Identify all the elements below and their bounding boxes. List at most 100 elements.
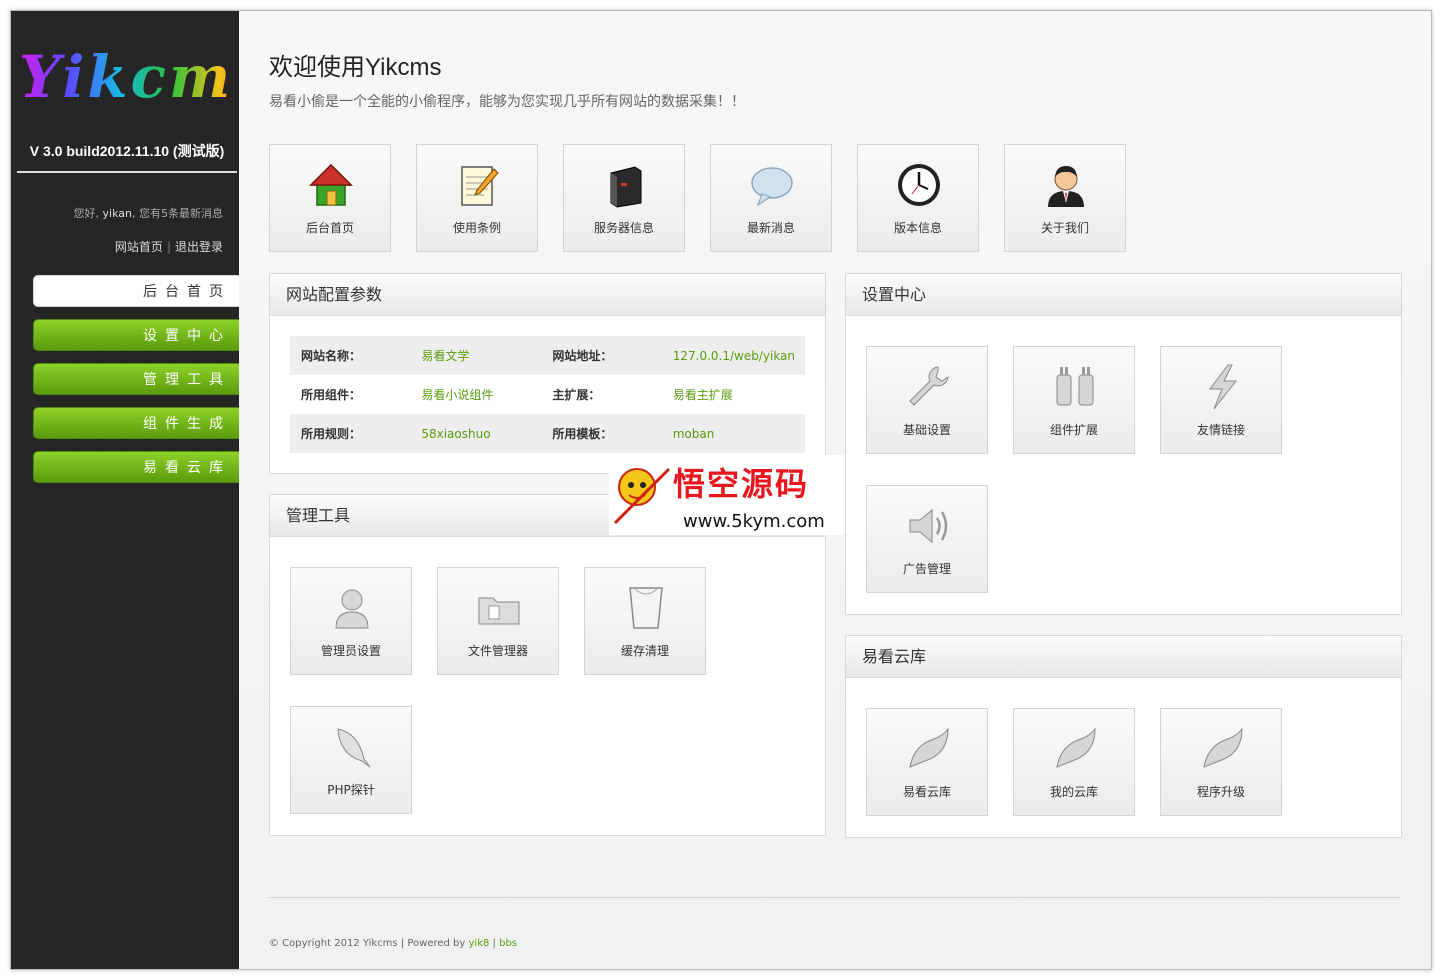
tile-label: 缓存清理 <box>620 644 669 658</box>
watermark-url: www.5kym.com <box>683 511 825 532</box>
lightning-icon <box>1209 364 1238 410</box>
footer-separator: | <box>492 938 496 949</box>
tile-label: 使用条例 <box>452 221 501 235</box>
footer-divider <box>269 897 1401 898</box>
tile-php-probe[interactable]: PHP探针 <box>290 706 412 814</box>
tile-friend-links[interactable]: 友情链接 <box>1160 346 1282 454</box>
window-frame: Yikcms V 3.0 build2012.11.10 (测试版) 您好, y… <box>10 10 1432 970</box>
plug-icon <box>1056 367 1094 406</box>
config-key: 所用模板： <box>541 414 662 453</box>
nav-settings-center[interactable]: 设置中心 <box>33 319 239 351</box>
tile-label: 最新消息 <box>746 221 795 235</box>
speech-bubble-icon <box>751 167 793 207</box>
greeting-suffix: 条最新消息 <box>168 207 223 220</box>
tile-label: 管理员设置 <box>320 644 381 658</box>
config-key: 所用组件： <box>301 388 362 402</box>
tile-label: 广告管理 <box>902 562 951 576</box>
config-key: 所用规则： <box>290 414 411 453</box>
footer-link-bbs[interactable]: bbs <box>499 938 517 949</box>
page-title: 欢迎使用Yikcms <box>269 54 442 81</box>
config-panel: 网站配置参数 网站名称： 易看文学 网站地址： 127.0.0.1/web/yi… <box>269 273 826 474</box>
config-value: 127.0.0.1/web/yikan <box>661 336 805 375</box>
table-row: 所用规则： 58xiaoshuo 所用模板： moban <box>290 414 805 453</box>
tile-ad-management[interactable]: 广告管理 <box>866 485 988 593</box>
clock-icon <box>898 164 940 206</box>
nav-yikan-cloud[interactable]: 易看云库 <box>33 451 239 483</box>
wrench-icon <box>909 366 949 406</box>
nav-component-generate[interactable]: 组件生成 <box>33 407 239 439</box>
logout-link[interactable]: 退出登录 <box>175 240 223 254</box>
table-row: 网站名称： 易看文学 网站地址： 127.0.0.1/web/yikan <box>290 336 805 375</box>
version-label: V 3.0 build2012.11.10 (测试版) <box>17 141 237 173</box>
top-links: 网站首页 | 退出登录 <box>115 238 223 255</box>
config-value: 易看小说组件 <box>421 388 494 402</box>
config-value: 易看文学 <box>410 336 542 375</box>
server-icon <box>610 166 642 208</box>
yikcms-logo: Yikcms <box>19 43 233 111</box>
config-value: 易看主扩展 <box>672 388 733 402</box>
tile-label: 后台首页 <box>305 221 354 235</box>
config-key: 网站名称： <box>290 336 411 375</box>
tile-label: 我的云库 <box>1049 785 1098 799</box>
greeting-mid: , 您有 <box>132 207 161 220</box>
speaker-icon <box>909 508 948 544</box>
footer-link-yik8[interactable]: yik8 <box>469 938 490 949</box>
settings-panel-title: 设置中心 <box>846 274 1401 316</box>
tile-my-cloud[interactable]: 我的云库 <box>1013 708 1135 816</box>
leaf-icon <box>909 727 949 768</box>
feather-icon <box>337 728 371 768</box>
tile-label: 程序升级 <box>1196 785 1245 799</box>
user-icon <box>1048 166 1084 207</box>
tile-about-us[interactable]: 关于我们 <box>1004 144 1126 252</box>
tile-label: 易看云库 <box>902 785 951 799</box>
config-panel-title: 网站配置参数 <box>270 274 825 316</box>
tile-component-extension[interactable]: 组件扩展 <box>1013 346 1135 454</box>
page-subtitle: 易看小偷是一个全能的小偷程序，能够为您实现几乎所有网站的数据采集！！ <box>269 94 745 110</box>
cloud-panel-title: 易看云库 <box>846 636 1401 678</box>
house-icon <box>309 163 353 206</box>
config-key: 网站地址： <box>541 336 662 375</box>
tile-admin-settings[interactable]: 管理员设置 <box>290 567 412 675</box>
nav-dashboard[interactable]: 后台首页 <box>33 275 239 307</box>
site-home-link[interactable]: 网站首页 <box>115 240 163 254</box>
nav-management-tools[interactable]: 管理工具 <box>33 363 239 395</box>
config-key: 主扩展： <box>552 388 601 402</box>
watermark: 悟空源码 www.5kym.com <box>609 455 845 535</box>
sidebar: Yikcms V 3.0 build2012.11.10 (测试版) 您好, y… <box>11 11 239 969</box>
tile-usage-terms[interactable]: 使用条例 <box>416 144 538 252</box>
tile-label: PHP探针 <box>327 783 375 797</box>
config-value: 58xiaoshuo <box>410 414 542 453</box>
footer-copyright: © Copyright 2012 Yikcms | Powered by <box>269 938 466 949</box>
folder-icon <box>478 597 520 625</box>
logo-text: Yikcms <box>19 43 233 111</box>
message-count[interactable]: 5 <box>161 207 168 220</box>
cup-icon <box>629 587 663 629</box>
tile-label: 基础设置 <box>902 423 951 437</box>
config-value: moban <box>661 414 805 453</box>
tile-latest-news[interactable]: 最新消息 <box>710 144 832 252</box>
tile-yikan-cloud[interactable]: 易看云库 <box>866 708 988 816</box>
greeting-prefix: 您好, <box>73 207 100 220</box>
tile-label: 版本信息 <box>893 221 942 235</box>
tile-server-info[interactable]: 服务器信息 <box>563 144 685 252</box>
tile-cache-clear[interactable]: 缓存清理 <box>584 567 706 675</box>
watermark-art: 悟空源码 www.5kym.com <box>613 465 825 532</box>
tile-dashboard[interactable]: 后台首页 <box>269 144 391 252</box>
tile-file-manager[interactable]: 文件管理器 <box>437 567 559 675</box>
tile-program-upgrade[interactable]: 程序升级 <box>1160 708 1282 816</box>
username: yikan <box>102 207 132 220</box>
tile-label: 文件管理器 <box>467 644 528 658</box>
admin-user-icon <box>335 589 369 629</box>
footer: © Copyright 2012 Yikcms | Powered by yik… <box>269 938 517 949</box>
tile-version-info[interactable]: 版本信息 <box>857 144 979 252</box>
tile-basic-settings[interactable]: 基础设置 <box>866 346 988 454</box>
greeting: 您好, yikan, 您有5条最新消息 <box>74 205 223 221</box>
watermark-title: 悟空源码 <box>673 465 809 503</box>
leaf-icon <box>1203 727 1243 768</box>
tile-label: 组件扩展 <box>1049 423 1098 437</box>
leaf-icon <box>1056 727 1096 768</box>
table-row: 所用组件： 易看小说组件 主扩展： 易看主扩展 <box>290 375 805 414</box>
config-table: 网站名称： 易看文学 网站地址： 127.0.0.1/web/yikan 所用组… <box>290 336 805 453</box>
tile-label: 关于我们 <box>1040 221 1089 235</box>
tools-panel: 管理工具 管理员设置 文件管理器 缓存清理 PHP探针 <box>269 494 826 836</box>
